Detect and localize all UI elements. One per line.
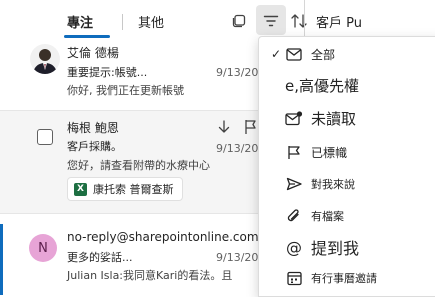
message-preview: 你好, 我們正在更新帳號 <box>67 84 184 97</box>
message-sender: no-reply@sharepointonline.com <box>67 230 259 244</box>
excel-file-icon: X <box>74 182 87 196</box>
attachment-name: 康托索 普爾查斯 <box>93 183 174 196</box>
sort-icon <box>291 14 307 28</box>
row-divider <box>0 213 258 214</box>
filter-menu-item-flagged[interactable]: 已標幟 <box>259 137 435 167</box>
message-date: 9/13/20 <box>216 66 259 79</box>
tab-other[interactable]: 其他 <box>138 12 164 31</box>
message-date: 9/13/20 <box>216 251 259 264</box>
flag-outline-icon <box>245 120 256 134</box>
unread-indicator <box>0 224 3 295</box>
message-subject: 更多的娑話... <box>67 251 133 264</box>
filter-menu-item-label: 有檔案 <box>311 210 344 223</box>
sort-button[interactable] <box>290 12 308 30</box>
filter-menu-item-label: 全部 <box>311 47 336 62</box>
at-icon: @ <box>286 237 302 257</box>
select-checkbox[interactable] <box>37 129 53 145</box>
filter-menu-item-label: e,高優先權 <box>285 76 359 95</box>
select-mode-button[interactable] <box>230 12 248 30</box>
filter-menu-item-label: 對我來說 <box>311 178 355 191</box>
filter-menu-item-high-importance[interactable]: e,高優先權 <box>259 70 435 100</box>
message-preview: 您好，請查看附帶的水療中心 <box>67 159 210 172</box>
filter-menu-item-label: 未讀取 <box>311 109 357 128</box>
tab-divider <box>122 14 123 30</box>
person-photo-icon <box>30 44 60 74</box>
filter-menu-item-all[interactable]: ✓ 全部 <box>259 39 435 69</box>
filter-menu-item-calendar-invites[interactable]: 有行事曆邀請 <box>259 263 435 293</box>
mail-icon <box>285 45 303 63</box>
mail-unread-icon <box>285 109 303 127</box>
filter-menu-item-to-me[interactable]: 對我來說 <box>259 169 435 199</box>
message-row[interactable]: 梅根 鮑恩 客戶採購。 9/13/20 您好，請查看附帶的水療中心 X 康托索 … <box>0 111 258 213</box>
flag-icon <box>285 143 303 161</box>
message-subject: 客戶採購。 <box>67 140 122 153</box>
avatar <box>30 44 60 74</box>
filter-menu-item-label: 提到我 <box>311 239 360 258</box>
message-subject: 重要提示:帳號... <box>67 66 148 79</box>
select-mode-icon <box>232 14 246 28</box>
pane-divider <box>304 0 305 40</box>
filter-menu-item-mentions-me[interactable]: @ 提到我 <box>259 232 435 262</box>
reading-pane-title: 客戶 Pu <box>316 16 362 31</box>
filter-menu-item-label: 有行事曆邀請 <box>311 272 377 285</box>
avatar: N <box>29 234 57 262</box>
filter-menu-item-label: 已標幟 <box>311 145 348 160</box>
calendar-icon <box>285 269 303 287</box>
send-icon <box>285 175 303 193</box>
message-row[interactable]: N no-reply@sharepointonline.com 更多的娑話...… <box>0 224 259 295</box>
attachment-chip[interactable]: X 康托索 普爾查斯 <box>67 177 183 201</box>
arrow-down-icon <box>218 120 230 133</box>
filter-menu: ✓ 全部 e,高優先權 未讀取 已標幟 對我來說 有檔案 @ 提到我 有行事曆邀… <box>258 36 435 297</box>
filter-icon <box>262 12 280 30</box>
message-preview: Julian Isla:我同意Kari的看法。且 <box>67 269 233 282</box>
tab-focused-underline <box>64 35 110 38</box>
top-bar <box>0 0 435 40</box>
message-sender: 梅根 鮑恩 <box>67 121 119 135</box>
filter-menu-item-unread[interactable]: 未讀取 <box>259 103 435 133</box>
download-button[interactable] <box>216 119 232 139</box>
flag-button[interactable] <box>244 119 256 139</box>
filter-menu-item-has-files[interactable]: 有檔案 <box>259 201 435 231</box>
paperclip-icon <box>285 207 303 225</box>
message-row[interactable]: 艾倫 德楊 重要提示:帳號... 9/13/20 你好, 我們正在更新帳號 <box>0 40 258 110</box>
checkmark-icon: ✓ <box>270 47 282 61</box>
message-sender: 艾倫 德楊 <box>67 46 119 60</box>
message-date: 9/13/20 <box>216 142 259 155</box>
tab-focused[interactable]: 專注 <box>67 12 93 31</box>
